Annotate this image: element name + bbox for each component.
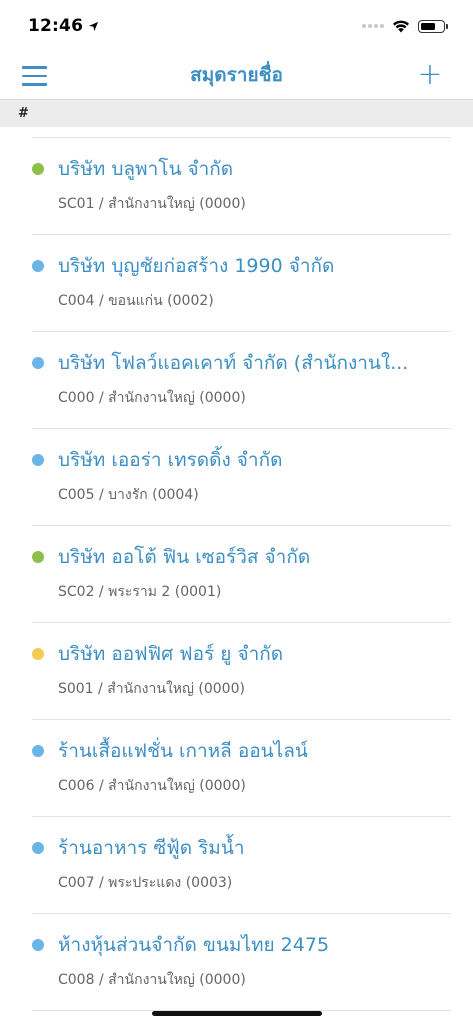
status-bar: 12:46 bbox=[0, 0, 473, 52]
status-dot bbox=[32, 939, 44, 951]
contact-code-branch: C000 / สำนักงานใหญ่ (0000) bbox=[58, 390, 246, 406]
contact-code-branch: SC02 / พระราม 2 (0001) bbox=[58, 584, 222, 600]
status-dot bbox=[32, 551, 44, 563]
navigation-bar: สมุดรายชื่อ + bbox=[0, 52, 473, 98]
status-indicators bbox=[362, 19, 448, 33]
contact-code-branch: C004 / ขอนแก่น (0002) bbox=[58, 293, 214, 309]
section-header: # bbox=[0, 99, 473, 127]
signal-dots-icon bbox=[362, 24, 384, 28]
contact-name: ร้านเสื้อแฟชั่น เกาหลี ออนไลน์ bbox=[58, 740, 308, 762]
contact-code-branch: S001 / สำนักงานใหญ่ (0000) bbox=[58, 681, 245, 697]
contact-code-branch: C007 / พระประแดง (0003) bbox=[58, 875, 233, 891]
contact-code-branch: SC01 / สำนักงานใหญ่ (0000) bbox=[58, 196, 246, 212]
contact-code-branch: C005 / บางรัก (0004) bbox=[58, 487, 199, 503]
list-item[interactable]: ห้างหุ้นส่วนจำกัด ขนมไทย 2475 C008 / สำนั… bbox=[32, 914, 451, 1011]
status-dot bbox=[32, 745, 44, 757]
list-item[interactable]: บริษัท เออร่า เทรดดิ้ง จำกัด C005 / บางรั… bbox=[32, 429, 451, 526]
contact-name: บริษัท เออร่า เทรดดิ้ง จำกัด bbox=[58, 449, 283, 471]
battery-icon bbox=[418, 19, 448, 33]
hamburger-menu-icon[interactable] bbox=[22, 62, 56, 90]
contact-name: บริษัท บุญชัยก่อสร้าง 1990 จำกัด bbox=[58, 255, 335, 277]
contact-name: ห้างหุ้นส่วนจำกัด ขนมไทย 2475 bbox=[58, 934, 330, 956]
contact-name: บริษัท โฟลว์แอคเคาท์ จำกัด (สำนักงานใ... bbox=[58, 352, 409, 374]
status-dot bbox=[32, 163, 44, 175]
location-arrow-icon bbox=[89, 21, 99, 31]
list-item[interactable]: ร้านเสื้อแฟชั่น เกาหลี ออนไลน์ C006 / สำน… bbox=[32, 720, 451, 817]
list-item[interactable]: บริษัท โฟลว์แอคเคาท์ จำกัด (สำนักงานใ...… bbox=[32, 332, 451, 429]
status-time: 12:46 bbox=[28, 16, 99, 36]
list-item[interactable]: ร้านอาหาร ซีฟู้ด ริมน้ำ C007 / พระประแดง … bbox=[32, 817, 451, 914]
contact-name: บริษัท บลูพาโน จำกัด bbox=[58, 158, 234, 180]
add-contact-button[interactable]: + bbox=[415, 58, 445, 92]
clock-text: 12:46 bbox=[28, 16, 84, 36]
status-dot bbox=[32, 842, 44, 854]
contact-name: บริษัท ออฟฟิศ ฟอร์ ยู จำกัด bbox=[58, 643, 284, 665]
contact-list: บริษัท บลูพาโน จำกัด SC01 / สำนักงานใหญ่ … bbox=[0, 137, 473, 1011]
contact-code-branch: C008 / สำนักงานใหญ่ (0000) bbox=[58, 972, 246, 988]
contact-code-branch: C006 / สำนักงานใหญ่ (0000) bbox=[58, 778, 246, 794]
list-item[interactable]: บริษัท บลูพาโน จำกัด SC01 / สำนักงานใหญ่ … bbox=[32, 138, 451, 235]
home-indicator bbox=[152, 1011, 322, 1016]
list-item[interactable]: บริษัท ออโต้ ฟิน เซอร์วิส จำกัด SC02 / พร… bbox=[32, 526, 451, 623]
status-dot bbox=[32, 260, 44, 272]
list-item[interactable]: บริษัท ออฟฟิศ ฟอร์ ยู จำกัด S001 / สำนักง… bbox=[32, 623, 451, 720]
page-title: สมุดรายชื่อ bbox=[190, 64, 283, 86]
contact-name: บริษัท ออโต้ ฟิน เซอร์วิส จำกัด bbox=[58, 546, 311, 568]
contact-name: ร้านอาหาร ซีฟู้ด ริมน้ำ bbox=[58, 837, 245, 859]
status-dot bbox=[32, 357, 44, 369]
status-dot bbox=[32, 648, 44, 660]
status-dot bbox=[32, 454, 44, 466]
wifi-icon bbox=[393, 20, 409, 32]
list-item[interactable]: บริษัท บุญชัยก่อสร้าง 1990 จำกัด C004 / ข… bbox=[32, 235, 451, 332]
